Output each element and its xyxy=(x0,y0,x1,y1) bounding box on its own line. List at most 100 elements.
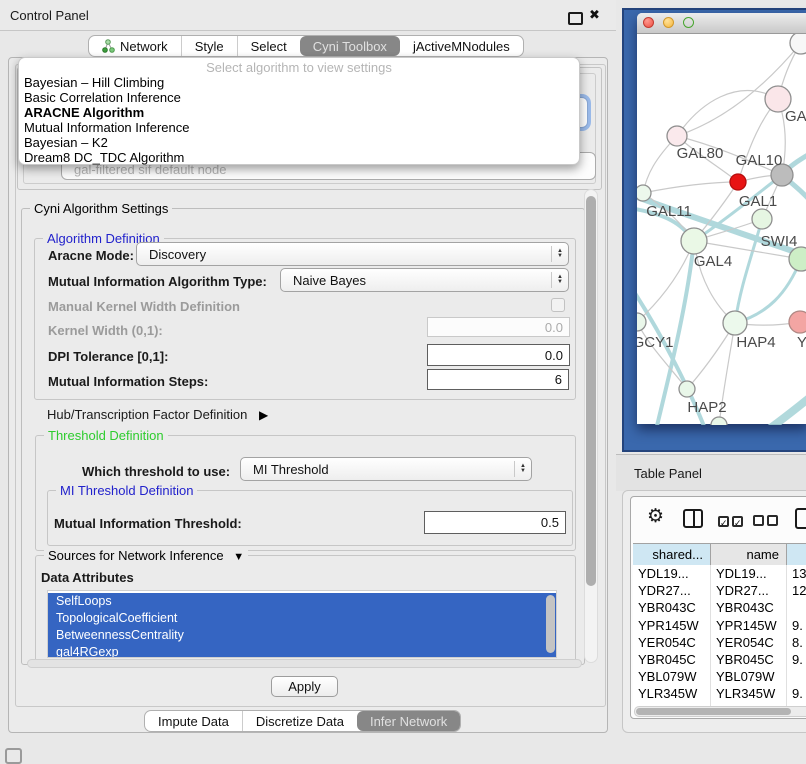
table-cell[interactable]: YDL19... xyxy=(711,565,787,582)
table-cell[interactable]: YBR045C xyxy=(633,651,711,668)
tab-impute-data[interactable]: Impute Data xyxy=(145,711,242,731)
network-canvas[interactable]: GAL GAL80 GAL10 GAL11 GAL1 SWI4 GAL4 GCY… xyxy=(637,34,806,425)
table-column-header[interactable] xyxy=(787,543,806,566)
tab-infer-network[interactable]: Infer Network xyxy=(357,711,460,731)
table-cell[interactable]: YLR345W xyxy=(633,685,711,702)
table-cell[interactable]: 9. xyxy=(787,651,806,668)
node-red[interactable] xyxy=(730,174,746,190)
algorithm-option[interactable]: Mutual Information Inference xyxy=(19,120,579,135)
table-cell[interactable] xyxy=(787,668,806,685)
dpi-tolerance-field[interactable]: 0.0 xyxy=(427,344,570,366)
manual-kernel-checkbox[interactable] xyxy=(551,298,565,312)
node-label: GAL xyxy=(785,108,806,125)
tab-network[interactable]: Network xyxy=(89,36,181,56)
minimize-traffic-light[interactable] xyxy=(663,17,674,28)
node-hap4[interactable] xyxy=(723,311,747,335)
node-gal11[interactable] xyxy=(637,185,651,201)
mi-algorithm-type-combo[interactable]: Naive Bayes ▲▼ xyxy=(280,268,569,292)
which-threshold-label: Which threshold to use: xyxy=(82,464,230,479)
node-gal1[interactable] xyxy=(752,209,772,229)
table-cell[interactable]: 12 xyxy=(787,582,806,599)
kernel-width-field[interactable]: 0.0 xyxy=(427,317,570,337)
table-cell[interactable]: YDR27... xyxy=(711,582,787,599)
node-label: HAP2 xyxy=(687,399,726,416)
tab-discretize-data[interactable]: Discretize Data xyxy=(242,711,357,731)
close-traffic-light[interactable] xyxy=(643,17,654,28)
data-attribute-item[interactable]: TopologicalCoefficient xyxy=(48,610,556,627)
table-column-header[interactable]: shared... xyxy=(633,543,711,566)
node-gcy1[interactable] xyxy=(637,313,646,331)
tab-style[interactable]: Style xyxy=(181,36,237,56)
table-cell[interactable] xyxy=(787,599,806,616)
threshold-definition-title: Threshold Definition xyxy=(44,428,168,443)
select-all-columns-icon[interactable]: ✓✓ xyxy=(718,513,743,531)
threshold-definition-group: Threshold Definition Which threshold to … xyxy=(35,435,576,551)
table-cell[interactable]: YDR27... xyxy=(633,582,711,599)
algorithm-option[interactable]: Dream8 DC_TDC Algorithm xyxy=(19,150,579,165)
table-cell[interactable]: YBR043C xyxy=(633,599,711,616)
table-cell[interactable]: 9. xyxy=(787,617,806,634)
table-cell[interactable]: YPR145W xyxy=(633,617,711,634)
table-hscrollbar-thumb[interactable] xyxy=(636,708,791,715)
sources-group: Sources for Network Inference ▼ Data Att… xyxy=(35,555,576,665)
node-gal4[interactable] xyxy=(681,228,707,254)
which-threshold-combo[interactable]: MI Threshold ▲▼ xyxy=(240,457,532,481)
node-swi4-green[interactable] xyxy=(789,247,806,271)
table-cell[interactable]: YER054C xyxy=(711,634,787,651)
algorithm-option[interactable]: ARACNE Algorithm xyxy=(19,105,579,120)
table-cell[interactable]: YBL079W xyxy=(633,668,711,685)
tab-cyni-toolbox[interactable]: Cyni Toolbox xyxy=(300,36,400,56)
network-window-titlebar[interactable] xyxy=(637,13,806,34)
table-cell[interactable]: 8. xyxy=(787,634,806,651)
dropdown-prompt: Select algorithm to view settings xyxy=(19,60,579,75)
data-attribute-item[interactable]: SelfLoops xyxy=(48,593,556,610)
hub-definition-expander[interactable]: Hub/Transcription Factor Definition ▶ xyxy=(47,407,268,422)
node-partial-bottom[interactable] xyxy=(711,417,727,425)
algorithm-option[interactable]: Bayesian – Hill Climbing xyxy=(19,75,579,90)
data-attributes-label: Data Attributes xyxy=(41,570,134,585)
gear-icon[interactable]: ⚙ xyxy=(647,505,664,527)
data-attributes-list[interactable]: SelfLoopsTopologicalCoefficientBetweenne… xyxy=(47,590,557,658)
sources-title[interactable]: Sources for Network Inference ▼ xyxy=(44,548,248,565)
table-cell[interactable]: YBR045C xyxy=(711,651,787,668)
mi-threshold-field[interactable]: 0.5 xyxy=(424,511,566,534)
table-cell[interactable]: YPR145W xyxy=(711,617,787,634)
node-salmon[interactable] xyxy=(789,311,806,333)
data-attribute-item[interactable]: BetweennessCentrality xyxy=(48,627,556,644)
table-cell[interactable]: YER054C xyxy=(633,634,711,651)
node-partial-top[interactable] xyxy=(790,34,806,54)
tab-select[interactable]: Select xyxy=(237,36,300,56)
tab-jactivemnodules[interactable]: jActiveMNodules xyxy=(400,36,523,56)
apply-button[interactable]: Apply xyxy=(271,676,338,697)
column-layout-icon[interactable] xyxy=(683,509,703,528)
algorithm-definition-group: Algorithm Definition Aracne Mode: Discov… xyxy=(34,238,576,400)
zoom-traffic-light[interactable] xyxy=(683,17,694,28)
close-icon[interactable]: ✖ xyxy=(589,7,600,23)
table-cell[interactable]: YBR043C xyxy=(711,599,787,616)
table-panel-container: ⚙ ✓✓ shared...name YDL19...YDL19...13YDR… xyxy=(622,490,806,733)
aracne-mode-combo[interactable]: Discovery ▲▼ xyxy=(136,242,569,266)
data-attribute-item[interactable]: gal4RGexp xyxy=(48,644,556,658)
dpi-tolerance-label: DPI Tolerance [0,1]: xyxy=(48,349,168,364)
table-cell[interactable]: 13 xyxy=(787,565,806,582)
table-cell[interactable]: YBL079W xyxy=(711,668,787,685)
new-table-icon[interactable] xyxy=(795,508,806,529)
attributes-scrollbar[interactable] xyxy=(546,595,555,653)
node-hap2[interactable] xyxy=(679,381,695,397)
float-panel-icon[interactable] xyxy=(568,12,583,25)
algorithm-dropdown-list: Bayesian – Hill ClimbingBasic Correlatio… xyxy=(19,75,579,165)
table-cell[interactable]: 9. xyxy=(787,685,806,702)
table-panel-title: Table Panel xyxy=(634,466,702,481)
node-label: GAL10 xyxy=(736,152,783,169)
settings-hscrollbar[interactable] xyxy=(27,659,582,668)
settings-scrollbar-thumb[interactable] xyxy=(586,196,596,586)
table-column-header[interactable]: name xyxy=(711,543,787,566)
node-gal80[interactable] xyxy=(667,126,687,146)
mi-steps-field[interactable]: 6 xyxy=(427,369,569,390)
deselect-all-columns-icon[interactable] xyxy=(753,513,778,531)
table-cell[interactable]: YDL19... xyxy=(633,565,711,582)
table-cell[interactable]: YLR345W xyxy=(711,685,787,702)
combo-spinner-icon: ▲▼ xyxy=(551,272,568,288)
algorithm-option[interactable]: Basic Correlation Inference xyxy=(19,90,579,105)
algorithm-option[interactable]: Bayesian – K2 xyxy=(19,135,579,150)
